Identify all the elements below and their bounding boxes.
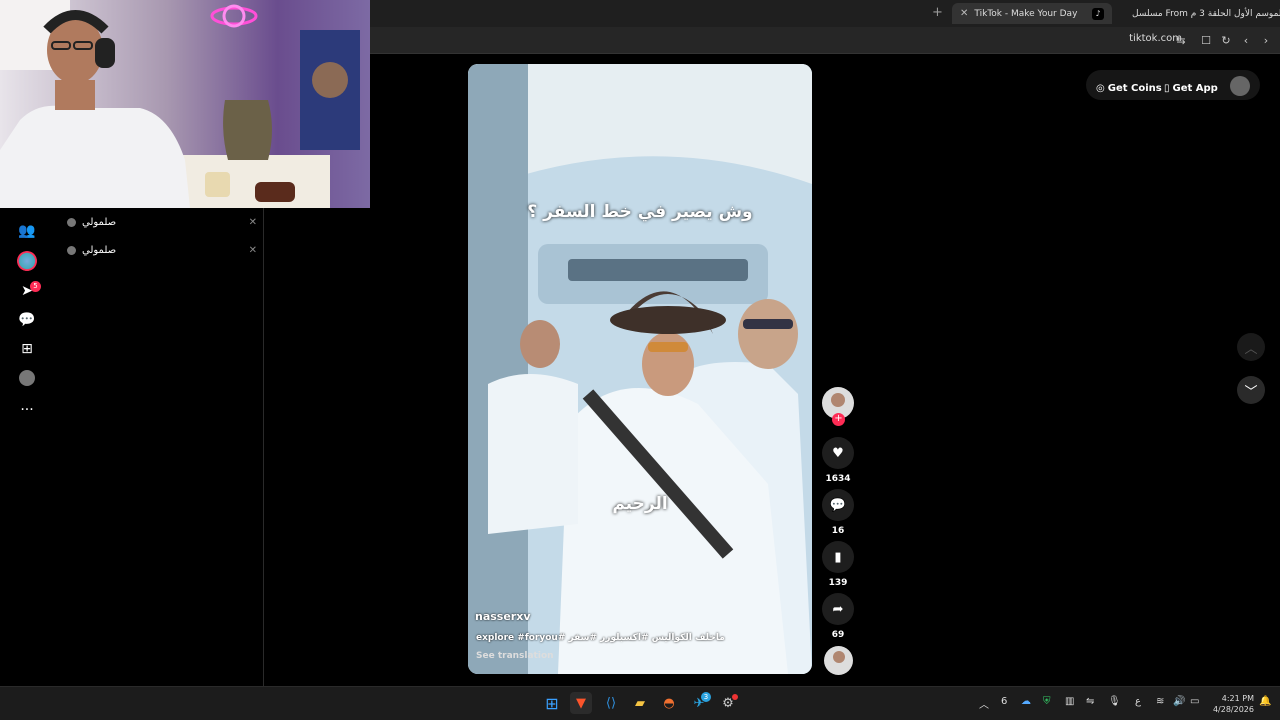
get-app-label: Get App: [1172, 82, 1218, 94]
bookmark-icon[interactable]: ☐: [1198, 32, 1214, 48]
live-icon[interactable]: [14, 249, 40, 273]
close-tab-icon[interactable]: ✕: [960, 8, 968, 19]
start-icon[interactable]: ⊞: [541, 692, 563, 714]
tray-app-icon[interactable]: 6: [1001, 696, 1007, 707]
video-description: ماخلف الكواليس #اكسبلورر #سفر #explore #…: [476, 633, 725, 643]
input-language[interactable]: ع: [1135, 696, 1141, 707]
brave-browser-icon[interactable]: ▼: [570, 692, 592, 714]
get-coins-button[interactable]: ◎ Get Coins: [1096, 77, 1162, 99]
file-explorer-icon[interactable]: ▰: [629, 692, 651, 714]
tray-shield-icon[interactable]: ⛨: [1043, 696, 1051, 707]
heart-icon: ♥: [832, 445, 844, 461]
like-count: 1634: [825, 474, 851, 484]
video-caption-mid: الرحيم: [612, 494, 668, 514]
share-icon: ➦: [832, 601, 844, 617]
following-icon[interactable]: 👥: [14, 219, 40, 243]
music-disc-avatar[interactable]: [824, 646, 853, 675]
share-button[interactable]: ➦: [822, 593, 854, 625]
clock-time: 4:21 PM: [1221, 694, 1254, 703]
more-icon[interactable]: ...: [14, 394, 40, 418]
tab-label: TikTok - Make Your Day: [974, 8, 1078, 19]
back-icon[interactable]: ‹: [1238, 32, 1254, 48]
notification-badge: 5: [30, 281, 41, 292]
chevron-down-icon: ﹀: [1244, 384, 1258, 400]
new-tab-icon[interactable]: +: [932, 5, 943, 20]
video-caption-top: وش يصير في خط السفر ؟: [527, 202, 753, 222]
bookmark-icon: ▮: [834, 549, 842, 565]
tray-expand-icon[interactable]: ︿: [979, 696, 989, 711]
previous-video-button[interactable]: ︿: [1237, 333, 1265, 361]
get-coins-label: Get Coins: [1107, 82, 1162, 94]
comment-count: 16: [831, 526, 845, 536]
inbox-icon[interactable]: 💬: [14, 308, 40, 332]
search-history-item[interactable]: صلمولي ✕: [67, 240, 257, 260]
save-button[interactable]: ▮: [822, 541, 854, 573]
history-icon: [67, 217, 76, 227]
search-history-item[interactable]: صلمولي ✕: [67, 212, 257, 232]
reload-icon[interactable]: ↻: [1218, 32, 1234, 48]
tray-mic-icon[interactable]: 🎙: [1108, 696, 1121, 707]
phone-icon: ▯: [1164, 82, 1170, 94]
video-username[interactable]: nasserxv: [475, 610, 531, 623]
tray-network-app-icon[interactable]: ⇋: [1086, 696, 1094, 707]
avatar: [19, 370, 35, 386]
comment-icon: 💬: [829, 497, 847, 513]
tab-video-series[interactable]: مسلسل From الموسم الأول الحلقة 3 م...: [1118, 3, 1280, 24]
app-icon[interactable]: ◓: [658, 692, 680, 714]
webcam-image: [0, 0, 370, 208]
live-avatar: [17, 251, 37, 271]
like-button[interactable]: ♥: [822, 437, 854, 469]
video-frame: [468, 64, 812, 674]
notification-center-icon[interactable]: 🔔: [1259, 696, 1271, 707]
wifi-icon[interactable]: ≋: [1156, 696, 1164, 707]
volume-icon[interactable]: 🔊: [1173, 696, 1185, 707]
forward-icon[interactable]: ›: [1258, 32, 1274, 48]
tab-label: مسلسل From الموسم الأول الحلقة 3 م...: [1132, 8, 1280, 19]
history-label: صلمولي: [82, 244, 117, 256]
history-icon: [67, 245, 76, 255]
site-settings-icon[interactable]: ⇆: [1173, 32, 1189, 48]
clock[interactable]: 4:21 PM 4/28/2026: [1208, 693, 1254, 715]
clock-date: 4/28/2026: [1212, 705, 1254, 714]
next-video-button[interactable]: ﹀: [1237, 376, 1265, 404]
follow-plus-icon[interactable]: +: [832, 413, 845, 426]
get-app-button[interactable]: ▯ Get App: [1164, 77, 1218, 99]
save-count: 139: [828, 578, 848, 588]
video-player[interactable]: وش يصير في خط السفر ؟ الرحيم nasserxv ما…: [468, 64, 812, 674]
chevron-up-icon: ︿: [1244, 341, 1258, 357]
remove-history-icon[interactable]: ✕: [249, 245, 257, 256]
see-translation-link[interactable]: See translation: [476, 651, 554, 661]
comment-button[interactable]: 💬: [822, 489, 854, 521]
user-avatar[interactable]: [1230, 76, 1250, 96]
tray-cloud-icon[interactable]: ☁: [1021, 696, 1031, 707]
history-label: صلمولي: [82, 216, 117, 228]
tray-graphics-icon[interactable]: ▥: [1065, 696, 1074, 707]
vscode-icon[interactable]: ⟨⟩: [600, 692, 622, 714]
battery-icon[interactable]: ▭: [1190, 696, 1199, 707]
telegram-badge: 3: [701, 692, 711, 702]
tiktok-favicon-icon: ♪: [1092, 7, 1104, 20]
coin-icon: ◎: [1096, 82, 1105, 94]
profile-icon[interactable]: [14, 366, 40, 390]
search-history-panel: [53, 208, 264, 686]
remove-history-icon[interactable]: ✕: [249, 217, 257, 228]
upload-icon[interactable]: ⊞: [14, 337, 40, 361]
share-count: 69: [831, 630, 845, 640]
webcam-overlay: [0, 0, 370, 208]
alert-dot: [732, 694, 738, 700]
tab-tiktok[interactable]: ✕ TikTok - Make Your Day ♪: [952, 3, 1112, 24]
